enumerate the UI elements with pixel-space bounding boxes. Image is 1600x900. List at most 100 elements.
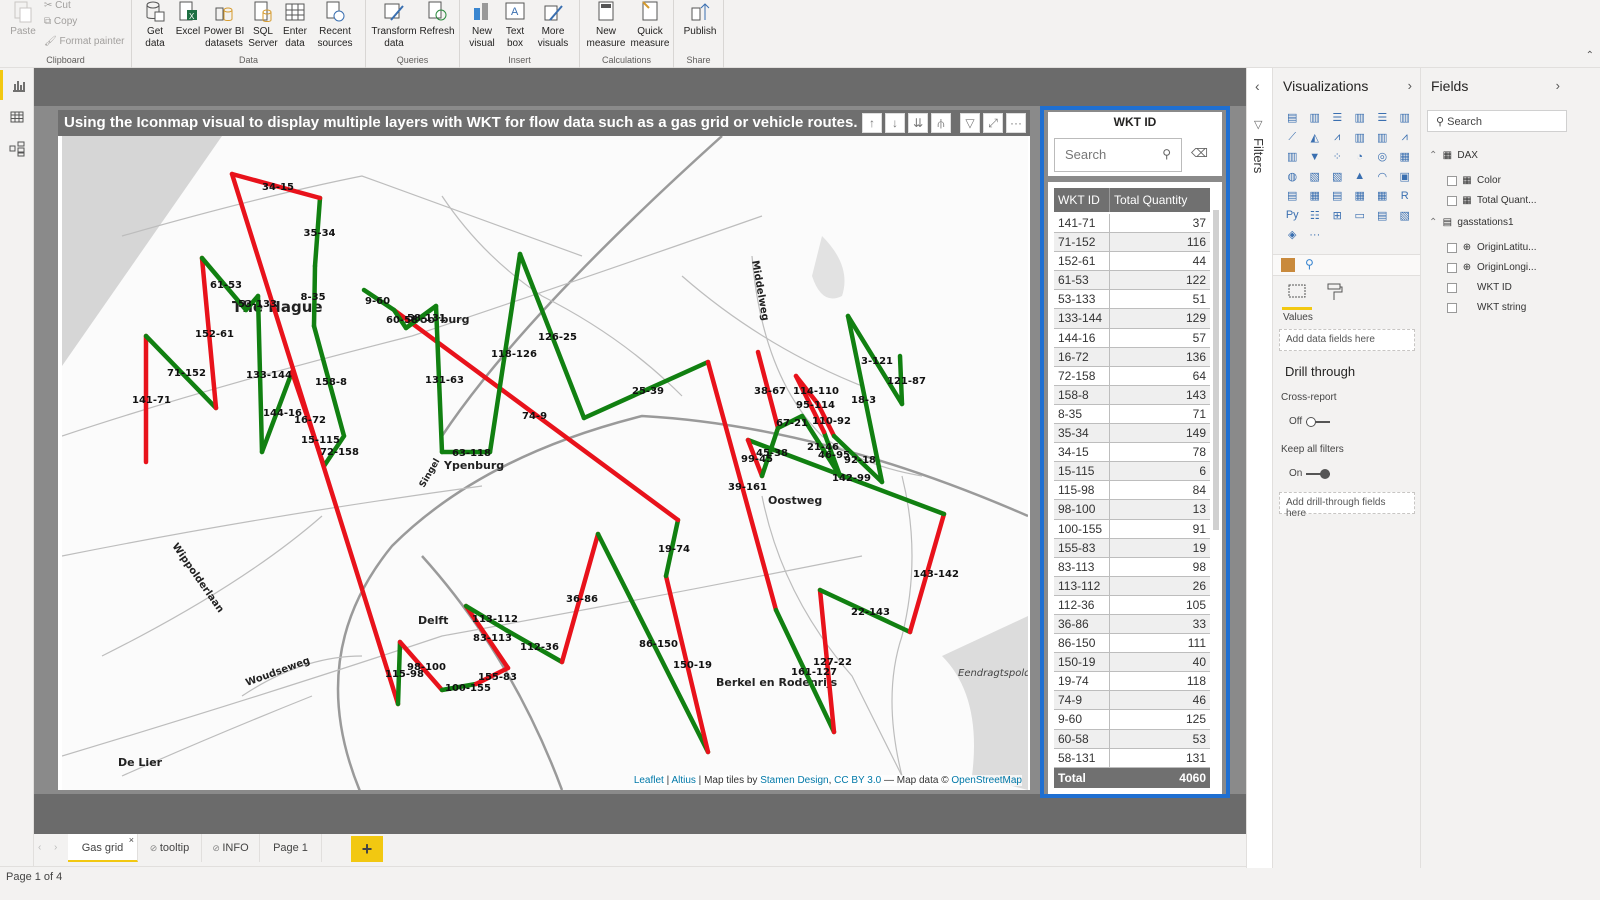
table-row[interactable]: 58-131 131	[1054, 748, 1210, 768]
table-row[interactable]: 35-34 149	[1054, 424, 1210, 444]
map-canvas[interactable]: The Hague Voorburg Ypenburg Delft Berkel…	[62, 136, 1028, 790]
table-row[interactable]: 155-83 19	[1054, 538, 1210, 558]
table-row[interactable]: 15-115 6	[1054, 462, 1210, 482]
table-row[interactable]: 133-144 129	[1054, 309, 1210, 329]
eraser-icon[interactable]: ⌫	[1191, 146, 1208, 160]
table-row[interactable]: 9-60 125	[1054, 710, 1210, 730]
filters-pane-collapsed[interactable]: ‹ ▽ Filters	[1246, 68, 1272, 868]
iconmap-visual[interactable]: Using the Iconmap visual to display mult…	[56, 108, 1032, 792]
visual-type-icon[interactable]: ☰	[1371, 108, 1394, 128]
visual-type-icon[interactable]: ⩘	[1394, 128, 1417, 148]
table-row[interactable]: 36-86 33	[1054, 614, 1210, 635]
scrollbar-thumb[interactable]	[1213, 210, 1219, 530]
table-row[interactable]: 8-35 71	[1054, 404, 1210, 425]
visual-type-icon[interactable]: ▦	[1304, 186, 1327, 206]
column-header-wkt-id[interactable]: WKT ID	[1054, 188, 1110, 212]
visual-type-icon[interactable]: ☰	[1326, 108, 1349, 128]
keep-filters-toggle[interactable]: On	[1289, 468, 1331, 479]
visual-type-icon[interactable]: ⟋	[1281, 128, 1304, 148]
visual-type-icon[interactable]: ◍	[1281, 167, 1304, 187]
format-tab[interactable]	[1325, 282, 1343, 305]
field-origin-longitude[interactable]: ⊕ OriginLongi...	[1447, 262, 1536, 273]
tab-info[interactable]: ⊘ INFO	[202, 834, 260, 862]
table-dax[interactable]: ⌃ ▦ DAX	[1429, 150, 1478, 161]
table-row[interactable]: 158-8 143	[1054, 385, 1210, 405]
collapse-ribbon-icon[interactable]: ⌃	[1586, 50, 1594, 61]
paste-button[interactable]: Paste	[6, 0, 40, 38]
iconmap-visual-icon[interactable]	[1281, 258, 1295, 272]
collapse-fields-icon[interactable]: ›	[1556, 78, 1560, 93]
visual-type-icon[interactable]: ▧	[1394, 206, 1417, 226]
drill-up-icon[interactable]: ↑	[862, 113, 882, 133]
visual-type-icon[interactable]: ▥	[1349, 128, 1372, 148]
cut-button[interactable]: ✂ Cut	[44, 0, 71, 11]
table-row[interactable]: 98-100 13	[1054, 500, 1210, 520]
table-scrollbar[interactable]	[1212, 194, 1220, 774]
field-total-quantity[interactable]: ▦ Total Quant...	[1447, 195, 1536, 206]
visual-type-icon[interactable]: ▤	[1281, 108, 1304, 128]
powerbi-datasets-button[interactable]: Power BI datasets	[202, 0, 246, 50]
refresh-button[interactable]: Refresh	[418, 0, 456, 38]
stamen-link[interactable]: Stamen Design	[760, 775, 828, 786]
visual-type-icon[interactable]: R	[1394, 186, 1417, 206]
format-painter-button[interactable]: 🖌 Format painter	[44, 36, 125, 47]
add-page-button[interactable]: +	[351, 836, 383, 862]
next-level-icon[interactable]: ⇊	[908, 113, 928, 133]
visual-type-icon[interactable]: ◈	[1281, 225, 1304, 245]
publish-button[interactable]: Publish	[680, 0, 720, 38]
expand-hierarchy-icon[interactable]: ⫛	[931, 113, 951, 133]
get-data-button[interactable]: Get data	[136, 0, 174, 50]
wkt-table-visual[interactable]: WKT ID Search ⚲ ⌫ WKT ID Total Quantity …	[1040, 106, 1230, 798]
table-row[interactable]: 61-53 122	[1054, 271, 1210, 291]
copy-button[interactable]: ⧉ Copy	[44, 16, 77, 27]
table-row[interactable]: 112-36 105	[1054, 595, 1210, 615]
field-wkt-string[interactable]: WKT string	[1447, 302, 1526, 313]
drill-through-well[interactable]: Add drill-through fields here	[1279, 492, 1415, 519]
visual-type-icon[interactable]: ▥	[1371, 128, 1394, 148]
field-checkbox[interactable]	[1447, 282, 1457, 293]
field-origin-latitude[interactable]: ⊕ OriginLatitu...	[1447, 242, 1536, 253]
visual-type-icon[interactable]: Py	[1281, 206, 1304, 226]
visual-type-icon[interactable]: ▣	[1394, 167, 1417, 187]
visual-type-icon[interactable]: ⩘	[1326, 128, 1349, 148]
visual-type-icon[interactable]: ▭	[1349, 206, 1372, 226]
field-checkbox[interactable]	[1447, 242, 1457, 253]
tab-page-1[interactable]: Page 1	[260, 834, 322, 862]
leaflet-link[interactable]: Leaflet	[634, 775, 664, 786]
field-wkt-id[interactable]: WKT ID	[1447, 282, 1512, 293]
visual-type-icon[interactable]: ▤	[1326, 186, 1349, 206]
table-row[interactable]: 141-71 37	[1054, 214, 1210, 234]
visual-type-icon[interactable]: ⁘	[1326, 147, 1349, 167]
new-measure-button[interactable]: New measure	[584, 0, 628, 50]
next-page-icon[interactable]: ›	[54, 842, 57, 853]
visual-type-icon[interactable]: ◠	[1371, 167, 1394, 187]
fields-search-input[interactable]: ⚲ Search	[1427, 110, 1567, 132]
visual-type-icon[interactable]: ◭	[1304, 128, 1327, 148]
field-checkbox[interactable]	[1447, 302, 1457, 313]
column-header-total-quantity[interactable]: Total Quantity	[1110, 188, 1210, 212]
fields-tab[interactable]	[1282, 282, 1312, 310]
table-row[interactable]: 115-98 84	[1054, 481, 1210, 501]
visual-type-icon[interactable]: ▥	[1304, 108, 1327, 128]
visual-type-icon[interactable]: ◎	[1371, 147, 1394, 167]
visual-type-icon[interactable]: ▥	[1281, 147, 1304, 167]
model-view-button[interactable]	[0, 134, 34, 164]
visual-type-icon[interactable]: ▦	[1394, 147, 1417, 167]
table-row[interactable]: 152-61 44	[1054, 252, 1210, 272]
data-view-button[interactable]	[0, 102, 34, 132]
report-view-button[interactable]	[0, 70, 34, 100]
visual-type-icon[interactable]: ▧	[1326, 167, 1349, 187]
drill-down-icon[interactable]: ↓	[885, 113, 905, 133]
osm-link[interactable]: OpenStreetMap	[951, 775, 1022, 786]
visual-type-icon[interactable]: ◔	[1349, 147, 1372, 167]
table-row[interactable]: 34-15 78	[1054, 443, 1210, 463]
prev-page-icon[interactable]: ‹	[38, 842, 41, 853]
cross-report-toggle[interactable]: Off	[1289, 416, 1331, 427]
field-color[interactable]: ▦ Color	[1447, 175, 1501, 186]
visual-type-icon[interactable]: ▦	[1371, 186, 1394, 206]
table-row[interactable]: 19-74 118	[1054, 672, 1210, 692]
recent-sources-button[interactable]: Recent sources	[310, 0, 360, 50]
field-checkbox[interactable]	[1447, 175, 1457, 186]
visual-type-icon[interactable]: ▦	[1349, 186, 1372, 206]
transform-data-button[interactable]: Transform data	[370, 0, 418, 50]
